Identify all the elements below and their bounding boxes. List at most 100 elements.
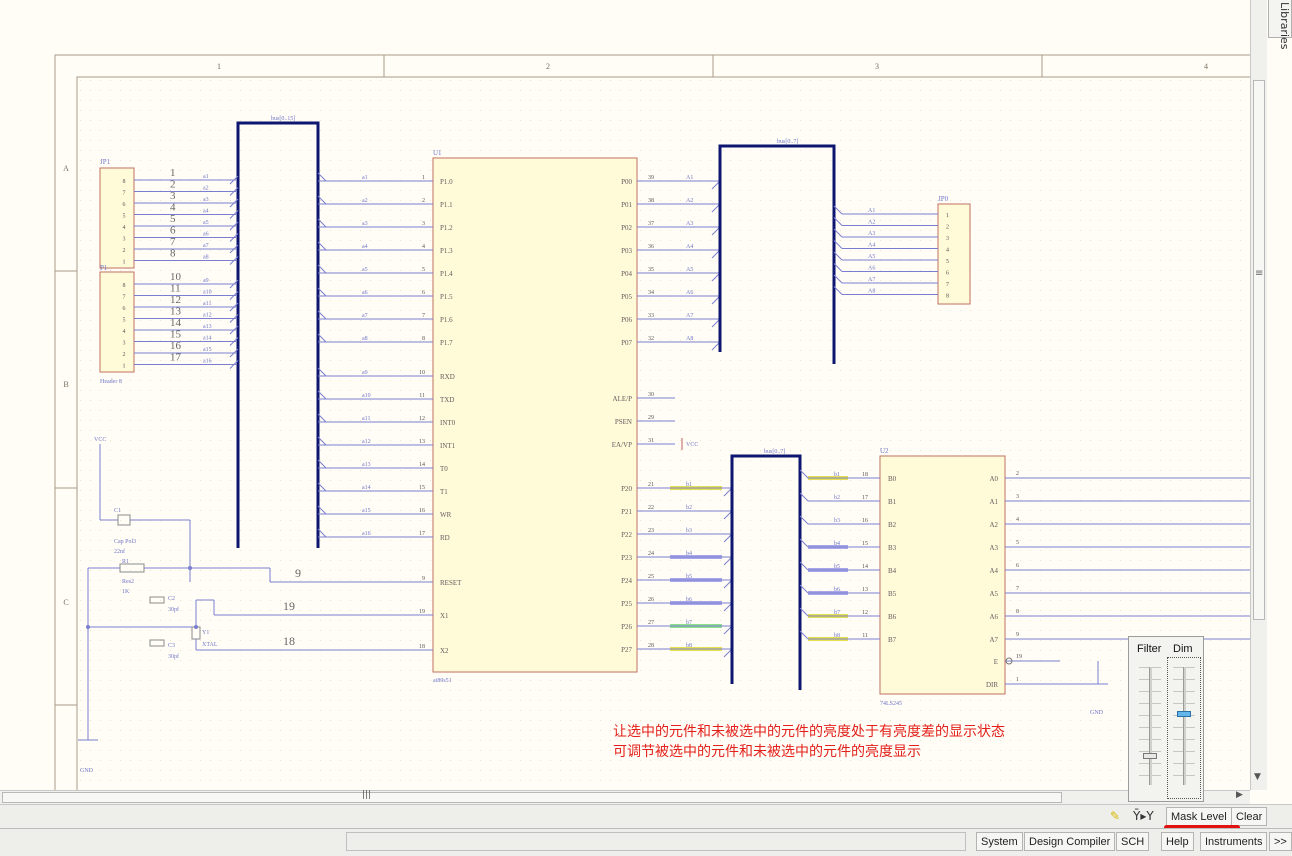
mask-level-popup: Filter Dim bbox=[1128, 636, 1204, 802]
filter-toggle-icon[interactable]: Ȳ▸Y bbox=[1133, 809, 1154, 823]
header-net-label: a5 bbox=[203, 220, 209, 226]
header-pin-number: 5 bbox=[946, 259, 949, 265]
u1-pin-name: P04 bbox=[621, 270, 632, 278]
u1-pin-name: X2 bbox=[440, 647, 449, 655]
u2-net-label: b6 bbox=[834, 587, 840, 593]
c1-value: Cap Pol3 bbox=[114, 539, 136, 545]
u2-pin-name: A0 bbox=[989, 475, 998, 483]
u2-pin-number: 16 bbox=[862, 518, 868, 524]
u1-net-label: A4 bbox=[686, 244, 693, 250]
filter-slider[interactable] bbox=[1133, 663, 1167, 793]
u2-pin-name: A2 bbox=[989, 521, 998, 529]
header-pin-number: 7 bbox=[123, 295, 126, 301]
r1-ref: R1 bbox=[122, 559, 129, 565]
vertical-scroll-thumb[interactable] bbox=[1253, 80, 1265, 620]
u1-pin-name: P1.6 bbox=[440, 316, 453, 324]
x1-number: 19 bbox=[283, 599, 295, 613]
panel-sch-button[interactable]: SCH bbox=[1116, 832, 1150, 851]
u1-pin-name: T0 bbox=[440, 465, 448, 473]
vcc-label: VCC bbox=[94, 437, 106, 443]
header-net-label: a13 bbox=[203, 324, 212, 330]
horizontal-scroll-thumb[interactable] bbox=[2, 792, 1062, 803]
scroll-grip-icon: ||| bbox=[362, 790, 372, 800]
mask-toolbar: ✎ Ȳ▸Y Mask Level Clear bbox=[0, 804, 1292, 828]
highlighter-icon[interactable]: ✎ bbox=[1110, 809, 1120, 823]
panel-help-button[interactable]: Help bbox=[1161, 832, 1194, 851]
panel-instruments-button[interactable]: Instruments bbox=[1200, 832, 1268, 851]
u1-net-label: a5 bbox=[362, 267, 368, 273]
y1-ref: Y1 bbox=[202, 630, 209, 636]
u1-net-label: a8 bbox=[362, 336, 368, 342]
schematic-sheet[interactable]: 1 2 3 4ABCJP187654321P1Header 8876543211234… bbox=[0, 0, 1250, 790]
header-pin-number: 7 bbox=[946, 282, 949, 288]
u2-pin-name: B1 bbox=[888, 498, 897, 506]
u1-pin-name: P01 bbox=[621, 201, 632, 209]
horizontal-scrollbar[interactable]: ||| ▶ bbox=[0, 790, 1250, 804]
header-jp0-ref: JP0 bbox=[938, 195, 949, 203]
u1-pin-number: 14 bbox=[419, 462, 425, 468]
u1-net-label: a1 bbox=[362, 175, 368, 181]
annotation-line-2: 可调节被选中的元件和未被选中的元件的亮度显示 bbox=[613, 744, 921, 760]
u2-net-label: b5 bbox=[834, 564, 840, 570]
mask-level-button[interactable]: Mask Level bbox=[1166, 807, 1232, 826]
u1-pin-number: 17 bbox=[419, 531, 425, 537]
scroll-right-arrow-icon[interactable]: ▶ bbox=[1236, 790, 1243, 800]
panel-system-button[interactable]: System bbox=[976, 832, 1023, 851]
header-pin-number: 6 bbox=[123, 306, 126, 312]
dim-label: Dim bbox=[1173, 643, 1193, 655]
u2-pin-number: 12 bbox=[862, 610, 868, 616]
libraries-tab[interactable]: Libraries bbox=[1268, 0, 1292, 50]
u1-pin-number: 26 bbox=[648, 597, 654, 603]
grid-background bbox=[78, 77, 1250, 790]
header-net-label: a2 bbox=[203, 186, 209, 192]
u2-pin-number: 19 bbox=[1016, 654, 1022, 660]
header-net-label: a6 bbox=[203, 232, 209, 238]
u1-net-label: a12 bbox=[362, 439, 371, 445]
filter-slider-knob[interactable] bbox=[1143, 752, 1157, 759]
jp0-net-label: A3 bbox=[868, 231, 875, 237]
u1-pin-number: 18 bbox=[419, 644, 425, 650]
u1-pin-name: RESET bbox=[440, 579, 462, 587]
u1-pin-number: 24 bbox=[648, 551, 654, 557]
u1-pin-name: P1.0 bbox=[440, 178, 453, 186]
c3-ref: C3 bbox=[168, 643, 175, 649]
panel-design-compiler-button[interactable]: Design Compiler bbox=[1024, 832, 1116, 851]
u2-pin-name: A7 bbox=[989, 636, 998, 644]
u1-pin-name: PSEN bbox=[615, 418, 632, 426]
u2-name: 74LS245 bbox=[880, 701, 902, 707]
u1-net-label: a13 bbox=[362, 462, 371, 468]
vertical-scrollbar[interactable]: ≡ ▼ bbox=[1250, 0, 1267, 790]
u2-net-label: b3 bbox=[834, 518, 840, 524]
u1-net-label: a6 bbox=[362, 290, 368, 296]
header-pin-number: 2 bbox=[123, 248, 126, 254]
header-pin-number: 6 bbox=[946, 271, 949, 277]
header-large-number: 10 bbox=[170, 271, 182, 283]
u1-pin-name: P1.7 bbox=[440, 339, 453, 347]
u1-net-label: a15 bbox=[362, 508, 371, 514]
u2-pin-number: 8 bbox=[1016, 609, 1019, 615]
filter-label: Filter bbox=[1137, 643, 1162, 655]
bus-label: bus[0..15] bbox=[271, 116, 295, 122]
header-large-number: 7 bbox=[170, 236, 176, 248]
u1-net-label: A2 bbox=[686, 198, 693, 204]
header-net-label: a1 bbox=[203, 174, 209, 180]
u1-pin-number: 1 bbox=[422, 175, 425, 181]
u1-pin-number: 36 bbox=[648, 244, 654, 250]
u2-pin-number: 3 bbox=[1016, 494, 1019, 500]
u1-pin-number: 6 bbox=[422, 290, 425, 296]
panel-more-button[interactable]: >> bbox=[1269, 832, 1292, 851]
u1-net-label: b7 bbox=[686, 620, 692, 626]
u1-pin-number: 13 bbox=[419, 439, 425, 445]
header-net-label: a8 bbox=[203, 255, 209, 261]
scroll-down-arrow-icon[interactable]: ▼ bbox=[1254, 772, 1261, 782]
header-large-number: 11 bbox=[170, 283, 181, 295]
u1-pin-number: 28 bbox=[648, 643, 654, 649]
jp0-net-label: A2 bbox=[868, 220, 875, 226]
clear-button[interactable]: Clear bbox=[1231, 807, 1268, 826]
u1-pin-name: P02 bbox=[621, 224, 632, 232]
u1-pin-number: 35 bbox=[648, 267, 654, 273]
c2-ref: C2 bbox=[168, 596, 175, 602]
zone-column-label: 4 bbox=[1204, 62, 1208, 71]
u1-pin-name: P07 bbox=[621, 339, 632, 347]
header-p1-body bbox=[99, 271, 135, 373]
